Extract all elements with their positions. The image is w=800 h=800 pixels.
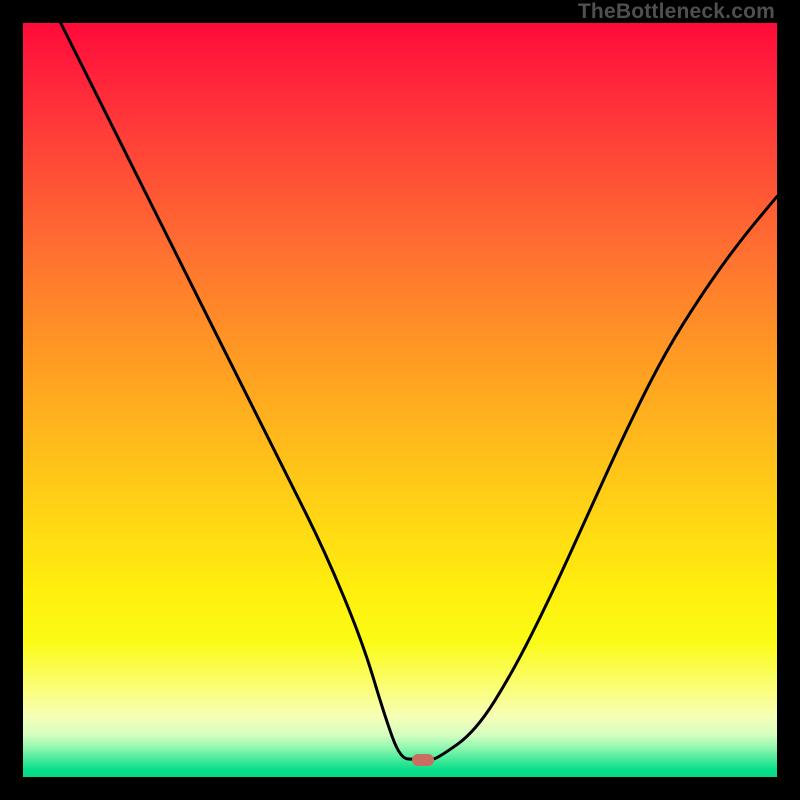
bottleneck-curve-line <box>61 23 777 760</box>
plot-area <box>23 23 777 777</box>
chart-frame: TheBottleneck.com <box>0 0 800 800</box>
bottleneck-curve-svg <box>23 23 777 777</box>
optimal-point-marker <box>412 754 434 766</box>
watermark-text: TheBottleneck.com <box>578 0 775 24</box>
